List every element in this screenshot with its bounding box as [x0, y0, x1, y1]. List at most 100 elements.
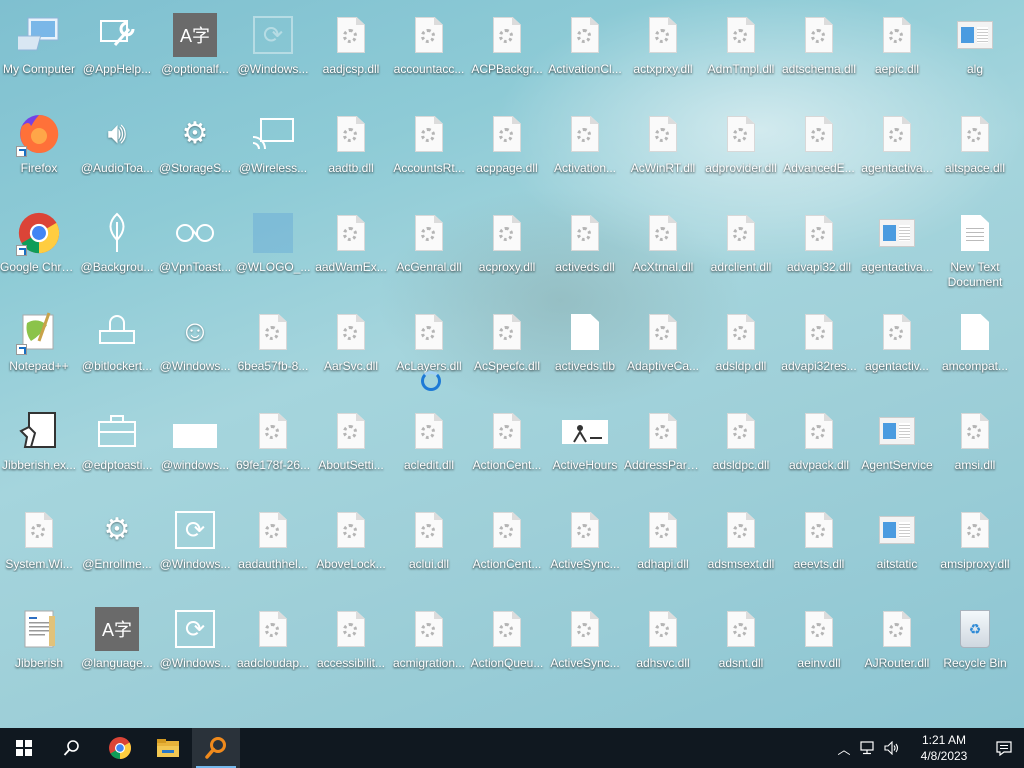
desktop-icon[interactable]: adhapi.dll	[624, 499, 702, 595]
desktop-icon[interactable]: A字 @optionalf...	[156, 4, 234, 100]
desktop-icon[interactable]: ACPBackgr...	[468, 4, 546, 100]
desktop-icon[interactable]: @VpnToast...	[156, 202, 234, 298]
desktop-icon[interactable]: amsi.dll	[936, 400, 1014, 496]
desktop-icon[interactable]: 69fe178f-26...	[234, 400, 312, 496]
desktop-icon[interactable]: ⟳ @Windows...	[156, 598, 234, 694]
desktop-icon[interactable]: alg	[936, 4, 1014, 100]
taskbar-chrome-button[interactable]	[96, 728, 144, 768]
desktop-icon[interactable]: A字 @language...	[78, 598, 156, 694]
desktop-icon[interactable]: @AppHelp...	[78, 4, 156, 100]
start-button[interactable]	[0, 728, 48, 768]
desktop-icon[interactable]: ActivationCl...	[546, 4, 624, 100]
desktop-icon[interactable]: aeinv.dll	[780, 598, 858, 694]
desktop-icon[interactable]: ⚙ @Enrollme...	[78, 499, 156, 595]
desktop-icon[interactable]: amsiproxy.dll	[936, 499, 1014, 595]
desktop-icon[interactable]: @Backgrou...	[78, 202, 156, 298]
desktop-icon[interactable]: AccountsRt...	[390, 103, 468, 199]
desktop-icon[interactable]: aadtb.dll	[312, 103, 390, 199]
desktop-icon[interactable]: @edptoasti...	[78, 400, 156, 496]
show-hidden-icons-button[interactable]: ︿	[832, 728, 856, 768]
desktop-icon[interactable]: ActionCent...	[468, 400, 546, 496]
desktop-icon[interactable]: @WLOGO_...	[234, 202, 312, 298]
desktop-icon[interactable]: My Computer	[0, 4, 78, 100]
desktop-icon[interactable]: agentactiva...	[858, 103, 936, 199]
desktop-icon[interactable]: adsnt.dll	[702, 598, 780, 694]
desktop-icon[interactable]: amcompat...	[936, 301, 1014, 397]
desktop-icon[interactable]: Notepad++	[0, 301, 78, 397]
desktop-icon[interactable]: altspace.dll	[936, 103, 1014, 199]
desktop-icon[interactable]: @bitlockert...	[78, 301, 156, 397]
desktop-icon[interactable]: ♻ Recycle Bin	[936, 598, 1014, 694]
desktop-icon[interactable]: System.Wi...	[0, 499, 78, 595]
desktop-icon[interactable]: AcSpecfc.dll	[468, 301, 546, 397]
desktop-icon[interactable]: adprovider.dll	[702, 103, 780, 199]
desktop-icon[interactable]: ☺ @Windows...	[156, 301, 234, 397]
search-button[interactable]	[48, 728, 96, 768]
desktop-icon[interactable]: ActiveSync...	[546, 598, 624, 694]
network-button[interactable]	[856, 728, 880, 768]
desktop-icon[interactable]: ActiveHours	[546, 400, 624, 496]
desktop-icon[interactable]: aeevts.dll	[780, 499, 858, 595]
desktop-icon[interactable]: acppage.dll	[468, 103, 546, 199]
desktop-icon[interactable]: AdvancedE...	[780, 103, 858, 199]
desktop-icon[interactable]: adtschema.dll	[780, 4, 858, 100]
volume-button[interactable]	[880, 728, 904, 768]
desktop-icon[interactable]: adsldpc.dll	[702, 400, 780, 496]
desktop-icon[interactable]: ⚙ @StorageS...	[156, 103, 234, 199]
desktop-icon[interactable]: actxprxy.dll	[624, 4, 702, 100]
desktop-icon[interactable]: AcXtrnal.dll	[624, 202, 702, 298]
desktop-icon[interactable]: AddressPars...	[624, 400, 702, 496]
desktop-icon[interactable]: Activation...	[546, 103, 624, 199]
desktop-icon[interactable]: accessibilit...	[312, 598, 390, 694]
desktop-icon[interactable]: aadjcsp.dll	[312, 4, 390, 100]
desktop-icon[interactable]: advapi32.dll	[780, 202, 858, 298]
desktop-icon[interactable]: AJRouter.dll	[858, 598, 936, 694]
desktop-icon[interactable]: agentactiv...	[858, 301, 936, 397]
desktop-icon[interactable]: agentactiva...	[858, 202, 936, 298]
desktop-icon[interactable]: adsldp.dll	[702, 301, 780, 397]
desktop-icon[interactable]: advpack.dll	[780, 400, 858, 496]
desktop-icon[interactable]: adhsvc.dll	[624, 598, 702, 694]
desktop-icon[interactable]: aitstatic	[858, 499, 936, 595]
desktop-icon[interactable]: @Wireless...	[234, 103, 312, 199]
desktop-icon[interactable]: ⟳ @Windows...	[234, 4, 312, 100]
desktop-icon[interactable]: New Text Document	[936, 202, 1014, 298]
action-center-button[interactable]	[984, 728, 1024, 768]
desktop-icon[interactable]: Firefox	[0, 103, 78, 199]
desktop-icon[interactable]: advapi32res...	[780, 301, 858, 397]
desktop-icon[interactable]: acledit.dll	[390, 400, 468, 496]
desktop-icon[interactable]: aadWamEx...	[312, 202, 390, 298]
taskbar-file-explorer-button[interactable]	[144, 728, 192, 768]
clock[interactable]: 1:21 AM 4/8/2023	[904, 732, 984, 764]
desktop-icon[interactable]: adrclient.dll	[702, 202, 780, 298]
desktop-icon[interactable]: AcGenral.dll	[390, 202, 468, 298]
desktop-icon[interactable]: accountacc...	[390, 4, 468, 100]
desktop-icon[interactable]: @windows...	[156, 400, 234, 496]
desktop-icon[interactable]: AdaptiveCa...	[624, 301, 702, 397]
desktop-icon[interactable]: 🔊︎ @AudioToa...	[78, 103, 156, 199]
desktop-icon[interactable]: AboveLock...	[312, 499, 390, 595]
desktop-icon[interactable]: aadauthhel...	[234, 499, 312, 595]
desktop-icon[interactable]: AdmTmpl.dll	[702, 4, 780, 100]
desktop-icon[interactable]: AboutSetti...	[312, 400, 390, 496]
taskbar-search-app-button[interactable]	[192, 728, 240, 768]
desktop-icon[interactable]: activeds.dll	[546, 202, 624, 298]
desktop-icon[interactable]: adsmsext.dll	[702, 499, 780, 595]
desktop-icon[interactable]: Google Chrome	[0, 202, 78, 298]
desktop-icon[interactable]: ActionCent...	[468, 499, 546, 595]
desktop-icon[interactable]: aepic.dll	[858, 4, 936, 100]
desktop-icon[interactable]: AarSvc.dll	[312, 301, 390, 397]
desktop-icon[interactable]: activeds.tlb	[546, 301, 624, 397]
desktop-icon[interactable]: AgentService	[858, 400, 936, 496]
desktop-icon[interactable]: aclui.dll	[390, 499, 468, 595]
desktop-icon[interactable]: Jibberish.ex...	[0, 400, 78, 496]
desktop-icon[interactable]: Jibberish	[0, 598, 78, 694]
desktop-icon[interactable]: acproxy.dll	[468, 202, 546, 298]
desktop-icon[interactable]: ActionQueu...	[468, 598, 546, 694]
desktop-icon[interactable]: ActiveSync...	[546, 499, 624, 595]
desktop-icon[interactable]: 6bea57fb-8...	[234, 301, 312, 397]
desktop-icon[interactable]: aadcloudap...	[234, 598, 312, 694]
desktop[interactable]: My Computer Firefox Google Chrome Notepad++…	[0, 0, 1024, 728]
desktop-icon[interactable]: AcWinRT.dll	[624, 103, 702, 199]
desktop-icon[interactable]: acmigration...	[390, 598, 468, 694]
